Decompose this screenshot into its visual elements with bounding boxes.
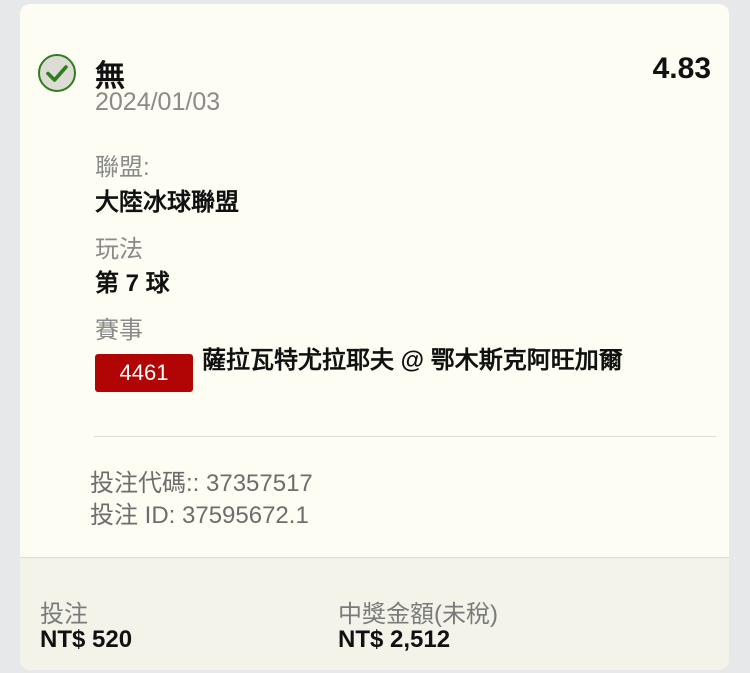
stake-label: 投注: [40, 601, 88, 628]
league-value: 大陸冰球聯盟: [95, 189, 239, 216]
event-name: 薩拉瓦特尤拉耶夫 @ 鄂木斯克阿旺加爾: [202, 347, 623, 374]
divider: [94, 436, 716, 437]
market-value: 第 7 球: [95, 270, 170, 297]
check-circle-icon: [38, 54, 76, 92]
bet-code: 投注代碼:: 37357517: [90, 470, 313, 497]
league-label: 聯盟:: [95, 154, 150, 181]
bet-summary-footer: 投注 NT$ 520 中獎金額(未稅) NT$ 2,512: [20, 557, 729, 670]
payout-value: NT$ 2,512: [338, 626, 451, 653]
odds-value: 4.83: [652, 52, 711, 85]
stake-value: NT$ 520: [40, 626, 133, 653]
payout-label: 中獎金額(未稅): [338, 601, 498, 628]
event-id-badge: 4461: [95, 354, 193, 392]
bet-date: 2024/01/03: [95, 88, 221, 116]
event-label: 賽事: [95, 317, 143, 344]
market-label: 玩法: [95, 236, 143, 263]
bet-id: 投注 ID: 37595672.1: [90, 502, 309, 529]
bet-card: 無 4.83 2024/01/03 聯盟: 大陸冰球聯盟 玩法 第 7 球 賽事…: [20, 4, 729, 670]
